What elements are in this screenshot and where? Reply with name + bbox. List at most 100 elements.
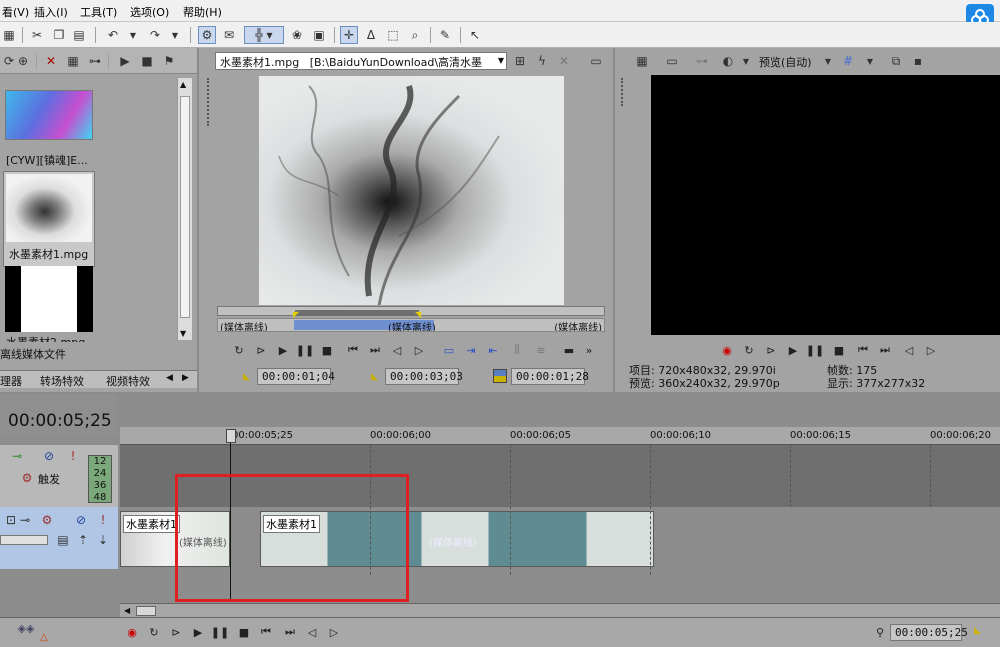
upload-icon[interactable]: ⇡ bbox=[74, 531, 92, 549]
brush-icon[interactable]: ✎ bbox=[436, 26, 454, 44]
go-start-icon[interactable]: ⏮ bbox=[258, 624, 274, 640]
mute-icon[interactable]: ⊘ bbox=[40, 447, 58, 465]
help-pointer-icon[interactable]: ↖ bbox=[466, 26, 484, 44]
magnify-icon[interactable]: ⊕ bbox=[14, 52, 32, 70]
grid-overlay-icon[interactable]: # bbox=[839, 52, 857, 70]
bottom-time[interactable]: 00:00:05;25 bbox=[890, 624, 968, 641]
thumbnail-3[interactable] bbox=[5, 266, 93, 332]
paste-icon[interactable]: ▤ bbox=[70, 26, 88, 44]
undo-dropdown-icon[interactable]: ▼ bbox=[124, 26, 142, 44]
zoom-tool-icon[interactable]: ⌕ bbox=[406, 26, 424, 44]
properties-icon[interactable]: ▦ bbox=[64, 52, 82, 70]
prev-frame-icon[interactable]: ◁ bbox=[304, 624, 320, 640]
rate-slider-icon[interactable]: ◈◈ bbox=[18, 620, 35, 636]
in-time[interactable]: 00:00:01;04 bbox=[257, 368, 335, 385]
scroll-left-icon[interactable]: ◀ bbox=[124, 606, 130, 615]
render-icon[interactable]: ⚙ bbox=[198, 26, 216, 44]
prev-frame-icon[interactable]: ◁ bbox=[389, 342, 405, 358]
fx-icon[interactable]: ⚙ bbox=[38, 511, 56, 529]
edit-tool-icon[interactable]: ✛ bbox=[340, 26, 358, 44]
quality-dropdown-icon[interactable]: ▼ bbox=[819, 52, 837, 70]
timeline-ruler[interactable]: 00:00:05;25 00:00:06;00 00:00:06;05 00:0… bbox=[120, 427, 1000, 445]
fit-icon[interactable]: ⫼ bbox=[509, 342, 525, 358]
play-icon[interactable]: ▶ bbox=[785, 342, 801, 358]
chevron-down-icon[interactable]: ▼ bbox=[498, 56, 504, 65]
stop-icon[interactable]: ■ bbox=[319, 342, 335, 358]
audio-wave-icon[interactable]: ≋ bbox=[533, 342, 549, 358]
monitor-icon[interactable]: ▭ bbox=[587, 52, 605, 70]
menu-insert[interactable]: 插入(I) bbox=[34, 4, 68, 20]
scroll-up-icon[interactable]: ▲ bbox=[180, 80, 186, 89]
go-end-icon[interactable]: ⏭ bbox=[877, 342, 893, 358]
pause-icon[interactable]: ❚❚ bbox=[806, 342, 824, 358]
thumbnail-1[interactable] bbox=[5, 90, 93, 140]
record-icon[interactable]: ◉ bbox=[719, 342, 735, 358]
autopreview-icon[interactable]: ⚑ bbox=[160, 52, 178, 70]
trigger-icon[interactable]: ⚙ bbox=[18, 469, 36, 487]
composite-icon[interactable]: ⊸ bbox=[16, 511, 34, 529]
play-from-start-icon[interactable]: ⊳ bbox=[253, 342, 269, 358]
snap-icon[interactable]: ╬ ▾ bbox=[244, 26, 284, 44]
loop-icon[interactable]: ↻ bbox=[231, 342, 247, 358]
redo-icon[interactable]: ↷ bbox=[146, 26, 164, 44]
tab-explorer[interactable]: 理器 bbox=[0, 373, 22, 389]
mute-icon[interactable]: ⊘ bbox=[72, 511, 90, 529]
record-icon[interactable]: ◉ bbox=[124, 624, 140, 640]
go-end-icon[interactable]: ⏭ bbox=[282, 624, 298, 640]
media-fx-icon[interactable]: ⊞ bbox=[511, 52, 529, 70]
close-icon[interactable]: ✕ bbox=[555, 52, 573, 70]
marker-icon[interactable]: ▬ bbox=[561, 342, 577, 358]
capture-icon[interactable]: ⊶ bbox=[86, 52, 104, 70]
more-icon[interactable]: » bbox=[581, 342, 597, 358]
loop-icon[interactable]: ↻ bbox=[741, 342, 757, 358]
go-start-icon[interactable]: ⏮ bbox=[345, 342, 361, 358]
next-frame-icon[interactable]: ▷ bbox=[411, 342, 427, 358]
menu-help[interactable]: 帮助(H) bbox=[183, 4, 222, 20]
stop-icon[interactable]: ■ bbox=[138, 52, 156, 70]
menu-options[interactable]: 选项(O) bbox=[130, 4, 169, 20]
prev-frame-icon[interactable]: ◁ bbox=[901, 342, 917, 358]
envelope-tool-icon[interactable]: ᐃ bbox=[362, 26, 380, 44]
play-from-start-icon[interactable]: ⊳ bbox=[168, 624, 184, 640]
copy-icon[interactable]: ❐ bbox=[50, 26, 68, 44]
solo-icon[interactable]: ! bbox=[64, 447, 82, 465]
add-to-timeline-icon[interactable]: ▭ bbox=[441, 342, 457, 358]
next-frame-icon[interactable]: ▷ bbox=[923, 342, 939, 358]
stop-icon[interactable]: ■ bbox=[831, 342, 847, 358]
cut-icon[interactable]: ✂ bbox=[28, 26, 46, 44]
menu-tools[interactable]: 工具(T) bbox=[80, 4, 117, 20]
play-from-start-icon[interactable]: ⊳ bbox=[763, 342, 779, 358]
out-time[interactable]: 00:00:03;03 bbox=[385, 368, 463, 385]
delete-icon[interactable]: ✕ bbox=[42, 52, 60, 70]
insert-icon[interactable]: ⇥ bbox=[463, 342, 479, 358]
split-dropdown-icon[interactable]: ▼ bbox=[737, 52, 755, 70]
fx-icon[interactable]: ⊶ bbox=[693, 52, 711, 70]
overlay-dropdown-icon[interactable]: ▼ bbox=[861, 52, 879, 70]
composite-icon[interactable]: ⊸ bbox=[8, 447, 26, 465]
undo-icon[interactable]: ↶ bbox=[104, 26, 122, 44]
paw-icon[interactable]: ❀ bbox=[288, 26, 306, 44]
overwrite-icon[interactable]: ⇤ bbox=[485, 342, 501, 358]
tab-transitions[interactable]: 转场特效 bbox=[40, 373, 84, 389]
timeline-current-time[interactable]: 00:00:05;25 bbox=[8, 411, 112, 431]
opacity-slider[interactable] bbox=[0, 535, 48, 545]
explorer-scrollbar[interactable]: ▲ ▼ bbox=[177, 78, 192, 340]
lightning-icon[interactable]: ϟ bbox=[533, 52, 551, 70]
external-monitor-icon[interactable]: ▭ bbox=[663, 52, 681, 70]
scroll-down-icon[interactable]: ▼ bbox=[180, 329, 186, 338]
solo-icon[interactable]: ! bbox=[94, 511, 112, 529]
redo-dropdown-icon[interactable]: ▼ bbox=[166, 26, 184, 44]
go-end-icon[interactable]: ⏭ bbox=[367, 342, 383, 358]
copy-snapshot-icon[interactable]: ⧉ bbox=[887, 52, 905, 70]
scroll-thumb[interactable] bbox=[136, 606, 156, 616]
pause-icon[interactable]: ❚❚ bbox=[296, 342, 314, 358]
go-start-icon[interactable]: ⏮ bbox=[855, 342, 871, 358]
split-screen-icon[interactable]: ◐ bbox=[719, 52, 737, 70]
tabs-next-icon[interactable]: ▶ bbox=[182, 373, 189, 383]
tab-video-fx[interactable]: 视频特效 bbox=[106, 373, 150, 389]
pause-icon[interactable]: ❚❚ bbox=[211, 624, 229, 640]
play-icon[interactable]: ▶ bbox=[190, 624, 206, 640]
playhead-handle[interactable] bbox=[226, 429, 236, 443]
trim-range-selection[interactable] bbox=[295, 310, 419, 316]
download-icon[interactable]: ⇣ bbox=[94, 531, 112, 549]
